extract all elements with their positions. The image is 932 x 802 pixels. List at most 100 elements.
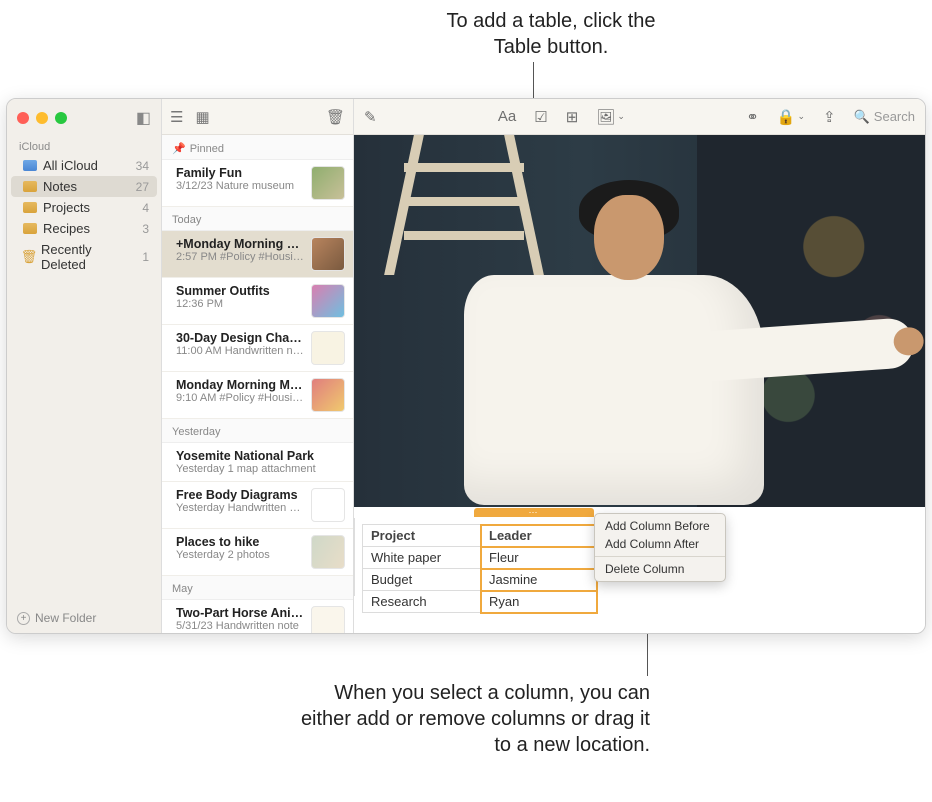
- note-title: Two-Part Horse Anima…: [176, 606, 305, 620]
- search-field[interactable]: 🔍 Search: [854, 109, 915, 125]
- table-cell[interactable]: Jasmine: [481, 569, 597, 591]
- sidebar-toggle-icon[interactable]: ◧: [136, 108, 151, 128]
- table-cell[interactable]: Fleur: [481, 547, 597, 569]
- note-thumbnail: [311, 331, 345, 365]
- menu-add-column-after[interactable]: Add Column After: [595, 535, 725, 553]
- note-subtitle: Yesterday 2 photos: [176, 549, 305, 561]
- sidebar-item-all-icloud[interactable]: All iCloud34: [11, 155, 157, 176]
- link-icon[interactable]: ⚭: [746, 108, 759, 126]
- pin-icon: 📌: [172, 142, 186, 155]
- search-icon: 🔍: [854, 109, 870, 125]
- menu-add-column-before[interactable]: Add Column Before: [595, 517, 725, 535]
- table-row-handle[interactable]: [354, 518, 355, 596]
- plus-circle-icon: +: [17, 612, 30, 625]
- note-title: Yosemite National Park: [176, 449, 345, 463]
- note-table-area: ⋯ Project Leader White paper Fleur Budge…: [354, 507, 925, 627]
- list-view-icon[interactable]: ☰: [170, 108, 183, 126]
- folder-icon: [23, 181, 37, 192]
- note-thumbnail: [311, 166, 345, 200]
- note-table[interactable]: Project Leader White paper Fleur Budget …: [362, 524, 597, 613]
- note-attached-image[interactable]: [354, 135, 925, 507]
- note-thumbnail: [311, 237, 345, 271]
- sidebar-item-projects[interactable]: Projects 4: [11, 197, 157, 218]
- note-thumbnail: [311, 606, 345, 633]
- content-toolbar: ✎ Aa ☑ ⊞ 🖼⌄ ⚭ 🔒⌄ ⇪ 🔍 Search: [354, 99, 925, 135]
- note-title: Family Fun: [176, 166, 305, 180]
- notelist-toolbar: ☰ ▦ 🗑: [162, 99, 353, 135]
- table-cell[interactable]: Budget: [363, 569, 481, 591]
- folder-icon: [23, 202, 37, 213]
- note-title: +Monday Morning Mee…: [176, 237, 305, 251]
- callout-top: To add a table, click the Table button.: [266, 8, 666, 60]
- search-placeholder: Search: [874, 109, 915, 124]
- table-column-handle[interactable]: ⋯: [474, 508, 594, 517]
- new-folder-label: New Folder: [35, 611, 96, 625]
- note-title: Summer Outfits: [176, 284, 305, 298]
- trash-icon[interactable]: 🗑: [326, 108, 345, 126]
- table-cell[interactable]: Ryan: [481, 591, 597, 613]
- sidebar: ◧ iCloud All iCloud34Notes27Projects4Rec…: [7, 99, 162, 633]
- note-row[interactable]: Places to hikeYesterday 2 photos: [162, 529, 353, 576]
- share-icon[interactable]: ⇪: [823, 108, 836, 126]
- note-subtitle: Yesterday 1 map attachment: [176, 463, 345, 475]
- close-window-button[interactable]: [17, 112, 29, 124]
- media-icon[interactable]: 🖼⌄: [596, 108, 625, 126]
- note-subtitle: Yesterday Handwritten note: [176, 502, 305, 514]
- note-row[interactable]: Monday Morning Meeting9:10 AM #Policy #H…: [162, 372, 353, 419]
- note-row[interactable]: Family Fun3/12/23 Nature museum: [162, 160, 353, 207]
- format-icon[interactable]: Aa: [498, 108, 516, 125]
- note-body: ⋯ Project Leader White paper Fleur Budge…: [354, 135, 925, 633]
- sidebar-item-count: 3: [142, 222, 149, 236]
- zoom-window-button[interactable]: [55, 112, 67, 124]
- table-cell[interactable]: Research: [363, 591, 481, 613]
- sidebar-item-count: 27: [136, 180, 149, 194]
- compose-icon[interactable]: ✎: [364, 108, 377, 126]
- table-cell[interactable]: White paper: [363, 547, 481, 569]
- note-row[interactable]: Free Body DiagramsYesterday Handwritten …: [162, 482, 353, 529]
- note-title: Places to hike: [176, 535, 305, 549]
- note-list-pane: ☰ ▦ 🗑 📌PinnedFamily Fun3/12/23 Nature mu…: [162, 99, 354, 633]
- checklist-icon[interactable]: ☑: [534, 108, 547, 126]
- minimize-window-button[interactable]: [36, 112, 48, 124]
- note-row[interactable]: Two-Part Horse Anima…5/31/23 Handwritten…: [162, 600, 353, 633]
- folder-icon: [23, 223, 37, 234]
- notelist-group-header: May: [162, 576, 353, 600]
- note-content-pane: ✎ Aa ☑ ⊞ 🖼⌄ ⚭ 🔒⌄ ⇪ 🔍 Search: [354, 99, 925, 633]
- note-title: 30-Day Design Challen…: [176, 331, 305, 345]
- notelist-group-header: Yesterday: [162, 419, 353, 443]
- sidebar-item-label: Projects: [43, 200, 90, 215]
- sidebar-item-count: 4: [142, 201, 149, 215]
- note-row[interactable]: Yosemite National ParkYesterday 1 map at…: [162, 443, 353, 482]
- callout-leader-bottom: [647, 634, 648, 676]
- notelist-group-header: Today: [162, 207, 353, 231]
- sidebar-item-notes[interactable]: Notes 27: [11, 176, 157, 197]
- sidebar-item-label: Notes: [43, 179, 77, 194]
- menu-delete-column[interactable]: Delete Column: [595, 560, 725, 578]
- gallery-view-icon[interactable]: ▦: [195, 108, 209, 126]
- note-thumbnail: [311, 488, 345, 522]
- note-thumbnail: [311, 378, 345, 412]
- note-row[interactable]: Summer Outfits12:36 PM: [162, 278, 353, 325]
- table-header-cell-selected[interactable]: Leader: [481, 525, 597, 547]
- table-header-cell[interactable]: Project: [363, 525, 481, 547]
- note-thumbnail: [311, 535, 345, 569]
- trash-icon: 🗑: [23, 250, 35, 264]
- callout-bottom: When you select a column, you can either…: [280, 680, 650, 758]
- sidebar-item-label: Recently Deleted: [41, 242, 136, 272]
- menu-separator: [595, 556, 725, 557]
- lock-icon[interactable]: 🔒⌄: [777, 108, 805, 126]
- sidebar-item-recently-deleted[interactable]: 🗑Recently Deleted1: [11, 239, 157, 275]
- new-folder-button[interactable]: + New Folder: [7, 603, 161, 633]
- note-title: Free Body Diagrams: [176, 488, 305, 502]
- column-context-menu: Add Column Before Add Column After Delet…: [594, 513, 726, 582]
- app-window: ◧ iCloud All iCloud34Notes27Projects4Rec…: [6, 98, 926, 634]
- window-controls: ◧: [7, 99, 161, 135]
- note-title: Monday Morning Meeting: [176, 378, 305, 392]
- sidebar-item-recipes[interactable]: Recipes 3: [11, 218, 157, 239]
- sidebar-item-label: Recipes: [43, 221, 90, 236]
- note-row[interactable]: +Monday Morning Mee…2:57 PM #Policy #Hou…: [162, 231, 353, 278]
- sidebar-item-label: All iCloud: [43, 158, 98, 173]
- note-thumbnail: [311, 284, 345, 318]
- note-row[interactable]: 30-Day Design Challen…11:00 AM Handwritt…: [162, 325, 353, 372]
- table-icon[interactable]: ⊞: [566, 108, 579, 126]
